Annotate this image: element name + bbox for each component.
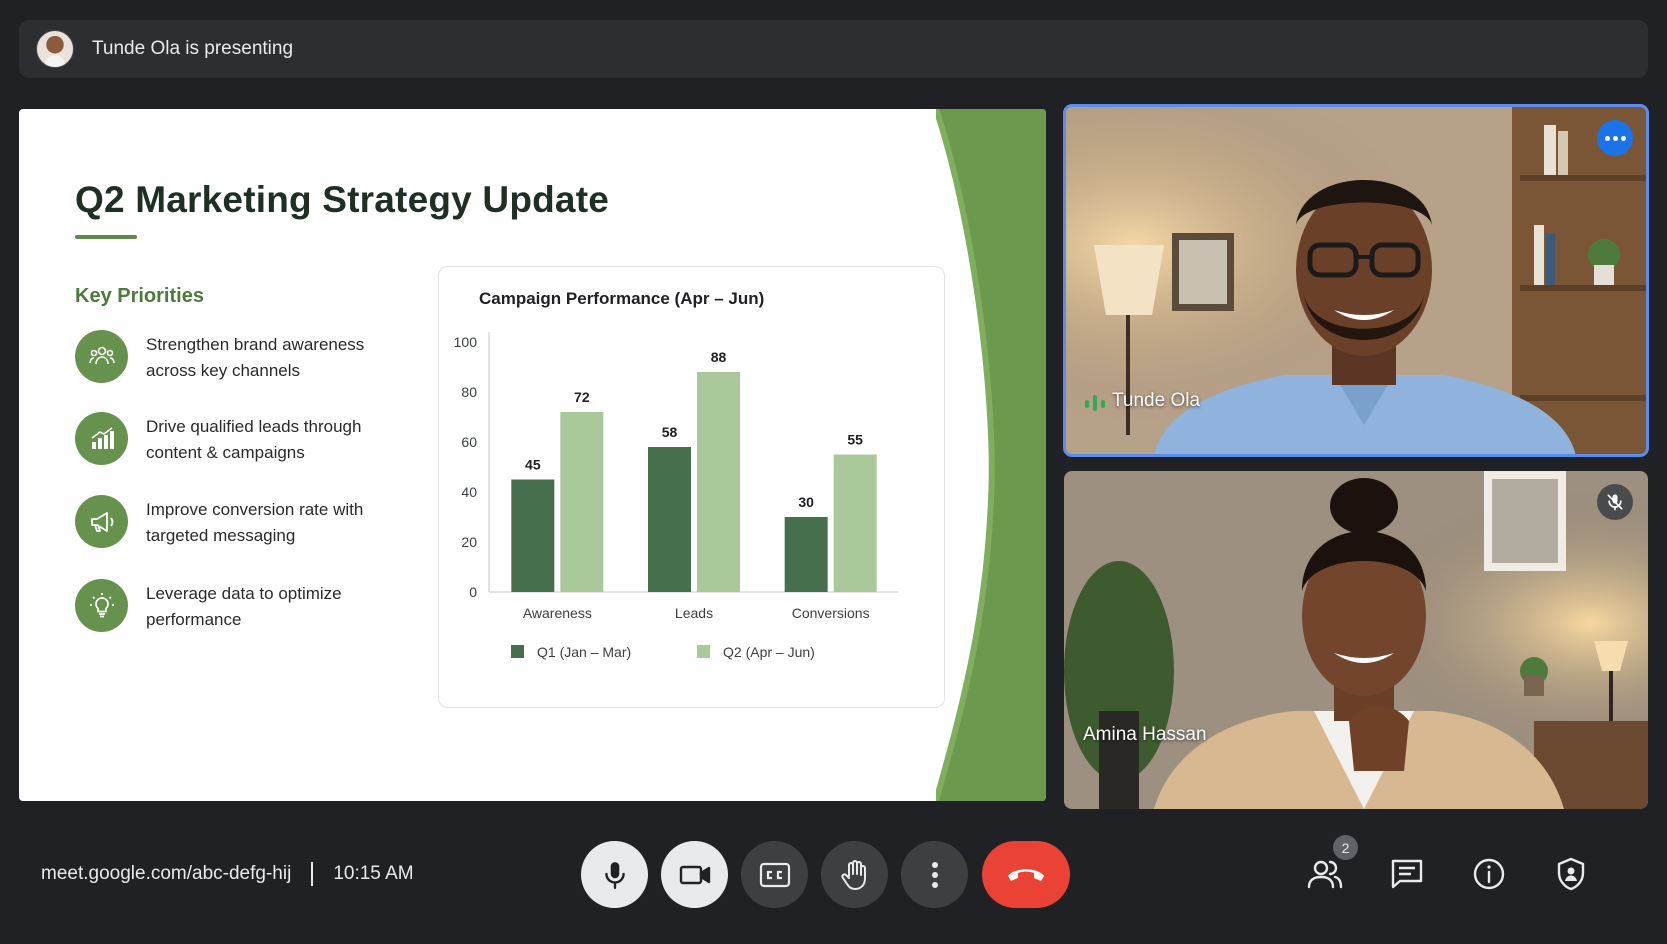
title-underline bbox=[75, 235, 137, 239]
participant-name: Tunde Ola bbox=[1112, 390, 1201, 411]
priority-text: Improve conversion rate with targeted me… bbox=[146, 500, 364, 545]
end-call-button[interactable] bbox=[982, 841, 1070, 908]
priority-text: Drive qualified leads through content & … bbox=[146, 417, 362, 462]
divider bbox=[311, 862, 314, 886]
y-tick-label: 60 bbox=[461, 434, 477, 450]
y-tick-label: 40 bbox=[461, 484, 477, 500]
data-label: 45 bbox=[525, 457, 541, 473]
y-tick-label: 0 bbox=[469, 584, 477, 600]
data-label: 55 bbox=[847, 432, 863, 448]
participant-video bbox=[1064, 471, 1648, 809]
meeting-details-button[interactable] bbox=[1467, 852, 1511, 896]
bar bbox=[511, 479, 555, 592]
data-label: 72 bbox=[574, 389, 590, 405]
lightbulb-icon bbox=[75, 579, 128, 632]
slide-title: Q2 Marketing Strategy Update bbox=[75, 179, 610, 220]
info-icon bbox=[1473, 858, 1505, 890]
bar bbox=[560, 412, 604, 592]
growth-chart-icon bbox=[75, 412, 128, 465]
more-vert-icon bbox=[931, 861, 938, 888]
priority-item: Leverage data to optimize performance bbox=[75, 579, 395, 639]
priorities-heading: Key Priorities bbox=[75, 285, 204, 307]
mic-icon bbox=[604, 861, 625, 889]
more-options-icon[interactable] bbox=[1597, 120, 1633, 156]
x-tick-label: Awareness bbox=[523, 605, 592, 621]
mic-button[interactable] bbox=[581, 841, 648, 908]
chart-card: Campaign Performance (Apr – Jun) 0 20 40 60… bbox=[438, 266, 945, 708]
captions-button[interactable] bbox=[741, 841, 808, 908]
speaking-indicator-icon bbox=[1085, 395, 1105, 411]
y-tick-label: 20 bbox=[461, 534, 477, 550]
presenting-text: Tunde Ola is presenting bbox=[92, 38, 294, 59]
legend-label: Q1 (Jan – Mar) bbox=[537, 644, 631, 660]
bar-chart: 0 20 40 60 80 100 45 72 Awareness 58 88 Leads 30 55 Co… bbox=[454, 332, 899, 660]
end-call-icon bbox=[1008, 868, 1044, 881]
megaphone-icon bbox=[75, 495, 128, 548]
camera-icon bbox=[679, 865, 710, 884]
slide-decoration bbox=[936, 109, 1046, 801]
y-tick-label: 100 bbox=[454, 334, 478, 350]
group-icon bbox=[75, 330, 128, 383]
raise-hand-button[interactable] bbox=[821, 841, 888, 908]
priority-item: Drive qualified leads through content & … bbox=[75, 412, 395, 472]
chat-button[interactable] bbox=[1385, 852, 1429, 896]
people-count-badge: 2 bbox=[1333, 835, 1358, 860]
legend-label: Q2 (Apr – Jun) bbox=[723, 644, 815, 660]
bar bbox=[697, 372, 740, 592]
legend-swatch bbox=[511, 645, 524, 658]
mic-off-icon bbox=[1597, 484, 1633, 520]
data-label: 88 bbox=[711, 349, 727, 365]
data-label: 30 bbox=[798, 494, 814, 510]
people-icon bbox=[1307, 860, 1343, 889]
presenting-banner: Tunde Ola is presenting bbox=[19, 20, 1648, 78]
chat-icon bbox=[1391, 859, 1423, 889]
camera-button[interactable] bbox=[661, 841, 728, 908]
hand-icon bbox=[840, 859, 866, 890]
legend-swatch bbox=[697, 645, 710, 658]
data-label: 58 bbox=[662, 424, 678, 440]
priority-item: Strengthen brand awareness across key ch… bbox=[75, 330, 395, 390]
host-controls-button[interactable] bbox=[1549, 852, 1593, 896]
presentation-slide: Q2 Marketing Strategy Update Key Priorit… bbox=[19, 109, 1046, 801]
x-tick-label: Conversions bbox=[792, 605, 870, 621]
presenter-avatar bbox=[36, 30, 74, 68]
meeting-time: 10:15 AM bbox=[333, 863, 414, 884]
priority-text: Leverage data to optimize performance bbox=[146, 584, 342, 629]
bar bbox=[784, 517, 828, 592]
bar bbox=[648, 447, 691, 592]
bar bbox=[833, 454, 877, 592]
x-tick-label: Leads bbox=[675, 605, 713, 621]
more-options-button[interactable] bbox=[901, 841, 968, 908]
shield-icon bbox=[1557, 857, 1585, 891]
meeting-info: meet.google.com/abc-defg-hij 10:15 AM bbox=[41, 862, 414, 886]
participant-name: Amina Hassan bbox=[1083, 724, 1207, 745]
captions-icon bbox=[759, 862, 790, 887]
participant-tile-tunde[interactable]: Tunde Ola bbox=[1064, 105, 1648, 456]
priority-text: Strengthen brand awareness across key ch… bbox=[146, 335, 365, 380]
priority-item: Improve conversion rate with targeted me… bbox=[75, 495, 395, 555]
meeting-url: meet.google.com/abc-defg-hij bbox=[41, 863, 292, 884]
y-tick-label: 80 bbox=[461, 384, 477, 400]
participant-tile-amina[interactable]: Amina Hassan bbox=[1064, 471, 1648, 809]
